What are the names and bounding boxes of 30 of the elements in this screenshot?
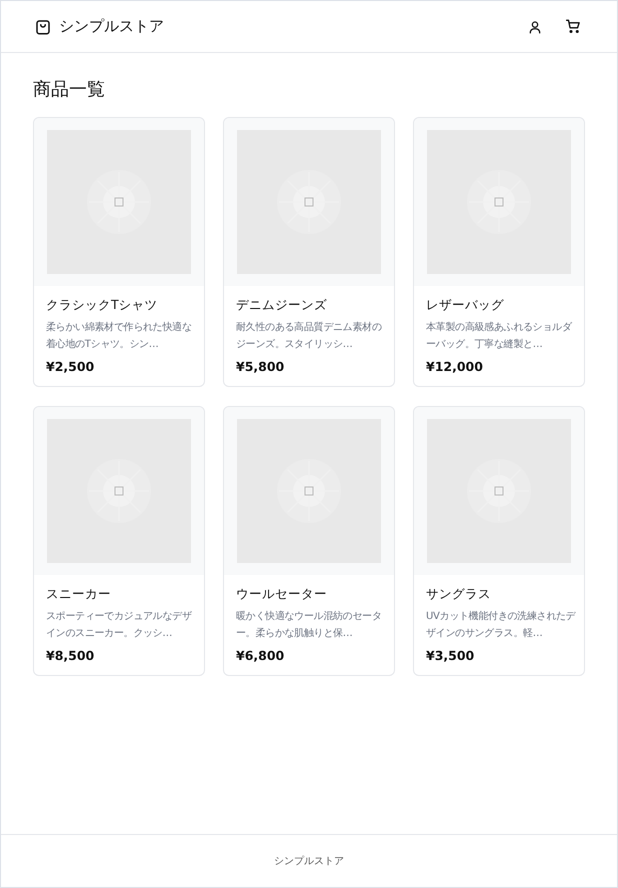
product-price: ¥3,500 [426, 648, 476, 663]
product-card[interactable]: ウールセーター 暖かく快適なウール混紡のセーター。柔らかな肌触りと保… ¥6,800 [223, 406, 395, 676]
product-card[interactable]: レザーバッグ 本革製の高級感あふれるショルダーバッグ。丁寧な縫製と… ¥12,000 [413, 117, 585, 387]
product-description: スポーティーでカジュアルなデザインのスニーカー。クッシ… [46, 610, 193, 641]
product-name: クラシックTシャツ [46, 297, 159, 314]
product-description: 耐久性のある高品質デニム素材のジーンズ。スタイリッシ… [236, 320, 383, 352]
product-name: ウールセーター [236, 586, 328, 603]
product-price: ¥12,000 [426, 359, 484, 374]
user-icon[interactable] [528, 20, 542, 34]
product-price: ¥8,500 [46, 648, 96, 663]
product-name: デニムジーンズ [236, 297, 328, 314]
product-card[interactable]: クラシックTシャツ 柔らかい綿素材で作られた快適な着心地のTシャツ。シン… ¥2,500 [33, 117, 205, 387]
product-card[interactable]: サングラス UVカット機能付きの洗練されたデザインのサングラス。軽… ¥3,500 [413, 406, 585, 676]
product-price: ¥6,800 [236, 648, 286, 663]
product-name: サングラス [426, 586, 492, 603]
product-description: 本革製の高級感あふれるショルダーバッグ。丁寧な縫製と… [426, 320, 574, 352]
store-name[interactable]: シンプルストア [59, 17, 164, 36]
product-description: 柔らかい綿素材で作られた快適な着心地のTシャツ。シン… [46, 320, 193, 352]
cart-icon[interactable] [566, 19, 581, 34]
product-name: レザーバッグ [426, 297, 505, 314]
product-price: ¥2,500 [46, 359, 96, 374]
shopping-bag-icon [34, 18, 52, 36]
product-description: UVカット機能付きの洗練されたデザインのサングラス。軽… [426, 610, 576, 641]
page-title: 商品一覧 [33, 78, 106, 101]
product-price: ¥5,800 [236, 359, 286, 374]
product-card[interactable]: スニーカー スポーティーでカジュアルなデザインのスニーカー。クッシ… ¥8,500 [33, 406, 205, 676]
product-name: スニーカー [46, 586, 112, 603]
footer-text: シンプルストア [274, 854, 344, 868]
product-description: 暖かく快適なウール混紡のセーター。柔らかな肌触りと保… [236, 610, 383, 641]
product-card[interactable]: デニムジーンズ 耐久性のある高品質デニム素材のジーンズ。スタイリッシ… ¥5,800 [223, 117, 395, 387]
